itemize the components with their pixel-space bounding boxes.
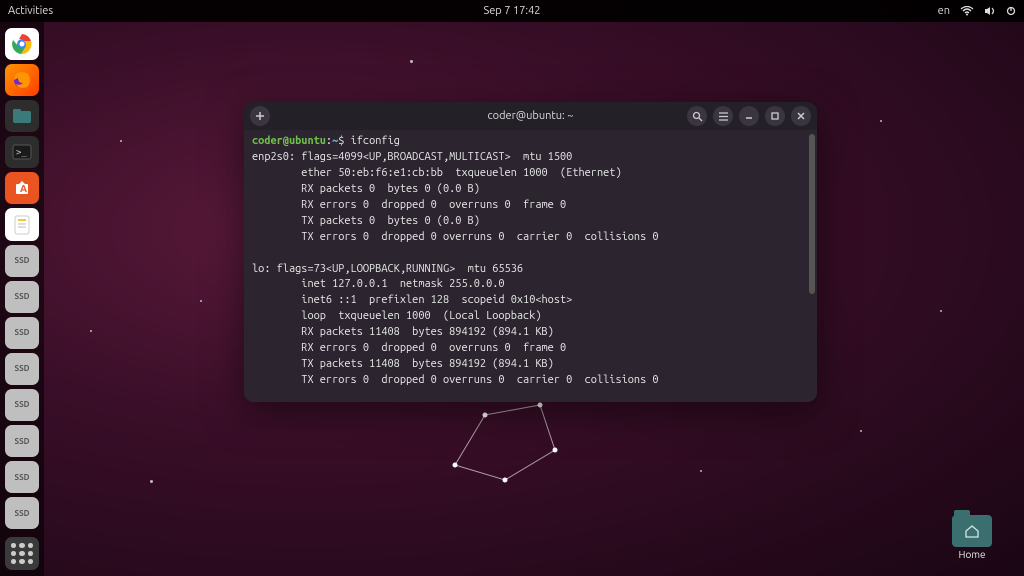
close-button[interactable] [791, 106, 811, 126]
minimize-button[interactable] [739, 106, 759, 126]
maximize-button[interactable] [765, 106, 785, 126]
home-folder-icon [952, 515, 992, 547]
terminal-output: enp2s0: flags=4099<UP,BROADCAST,MULTICAS… [252, 151, 714, 402]
dock-drive-8[interactable]: SSD [5, 497, 39, 529]
svg-text:A: A [20, 183, 27, 194]
dock-app-chrome[interactable] [5, 28, 39, 60]
dock-drive-1[interactable]: SSD [5, 245, 39, 277]
prompt-user: coder@ubuntu [252, 135, 326, 147]
dock-app-firefox[interactable] [5, 64, 39, 96]
activities-button[interactable]: Activities [8, 5, 53, 17]
dock-drive-6[interactable]: SSD [5, 425, 39, 457]
desktop-home-folder[interactable]: Home [944, 515, 1000, 560]
dock-app-software[interactable]: A [5, 172, 39, 204]
top-bar: Activities Sep 7 17:42 en [0, 0, 1024, 22]
desktop-home-label: Home [959, 549, 986, 560]
show-applications-button[interactable] [5, 537, 39, 570]
hamburger-menu-button[interactable] [713, 106, 733, 126]
volume-icon[interactable] [984, 6, 996, 16]
dock-app-terminal[interactable]: >_ [5, 136, 39, 168]
dock-drive-7[interactable]: SSD [5, 461, 39, 493]
search-button[interactable] [687, 106, 707, 126]
dock-drive-3[interactable]: SSD [5, 317, 39, 349]
wifi-icon[interactable] [960, 6, 974, 16]
dock-app-texteditor[interactable] [5, 208, 39, 240]
prompt-dollar: $ [338, 135, 344, 147]
command-text: ifconfig [351, 135, 400, 147]
dock-app-files[interactable] [5, 100, 39, 132]
window-titlebar[interactable]: coder@ubuntu: ~ [244, 102, 817, 130]
dock-drive-2[interactable]: SSD [5, 281, 39, 313]
window-title: coder@ubuntu: ~ [488, 110, 574, 122]
wallpaper-constellation [445, 395, 585, 495]
dock-drive-5[interactable]: SSD [5, 389, 39, 421]
dock-drive-4[interactable]: SSD [5, 353, 39, 385]
terminal-window: coder@ubuntu: ~ coder@ubuntu:~$ ifconfig… [244, 102, 817, 402]
terminal-body[interactable]: coder@ubuntu:~$ ifconfig enp2s0: flags=4… [244, 130, 817, 402]
dock: >_ A SSD SSD SSD SSD SSD SSD SSD SSD [0, 22, 44, 576]
terminal-scrollbar[interactable] [809, 134, 815, 294]
svg-text:>_: >_ [16, 148, 27, 158]
new-tab-button[interactable] [250, 106, 270, 126]
power-icon[interactable] [1006, 6, 1016, 16]
input-language-indicator[interactable]: en [938, 5, 950, 17]
clock[interactable]: Sep 7 17:42 [483, 5, 540, 17]
